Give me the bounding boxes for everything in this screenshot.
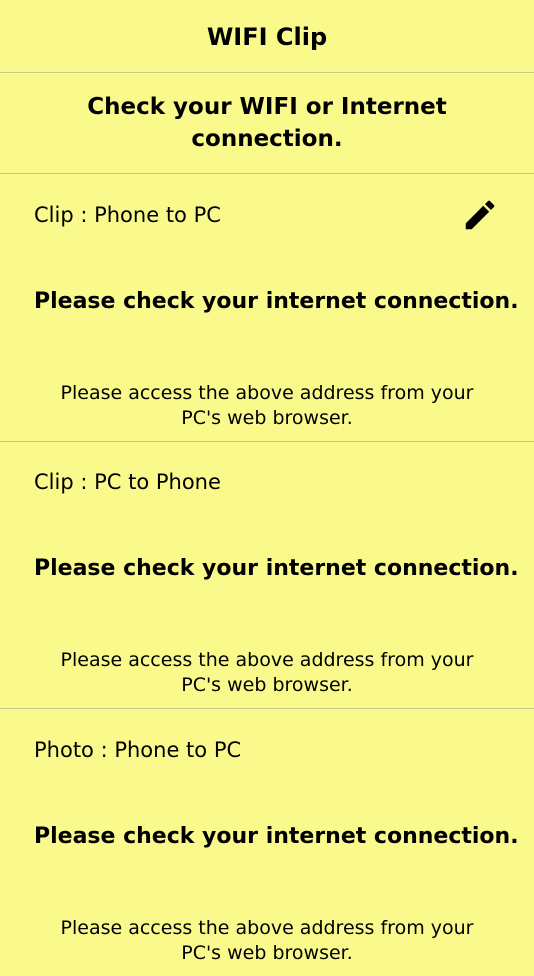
section-title: Clip : PC to Phone: [34, 470, 221, 494]
access-hint: Please access the above address from you…: [60, 649, 474, 696]
connection-status: Please check your internet connection.: [34, 556, 519, 581]
section-title: Clip : Phone to PC: [34, 203, 221, 227]
section-clip-phone-to-pc: Clip : Phone to PC Please check your int…: [0, 174, 534, 442]
access-hint: Please access the above address from you…: [60, 382, 474, 429]
nav-bar: WIFI Clip: [0, 0, 534, 73]
connection-banner: Check your WIFI or Internet connection.: [0, 73, 534, 174]
pencil-icon: [465, 200, 495, 230]
connection-status: Please check your internet connection.: [34, 289, 519, 314]
app-title: WIFI Clip: [206, 23, 328, 51]
access-hint: Please access the above address from you…: [60, 917, 474, 964]
banner-message: Check your WIFI or Internet connection.: [87, 94, 447, 152]
section-photo-phone-to-pc: Photo : Phone to PC Please check your in…: [0, 709, 534, 976]
edit-button[interactable]: [458, 195, 502, 235]
section-title: Photo : Phone to PC: [34, 738, 242, 762]
section-clip-pc-to-phone: Clip : PC to Phone Please check your int…: [0, 441, 534, 709]
connection-status: Please check your internet connection.: [34, 824, 519, 849]
